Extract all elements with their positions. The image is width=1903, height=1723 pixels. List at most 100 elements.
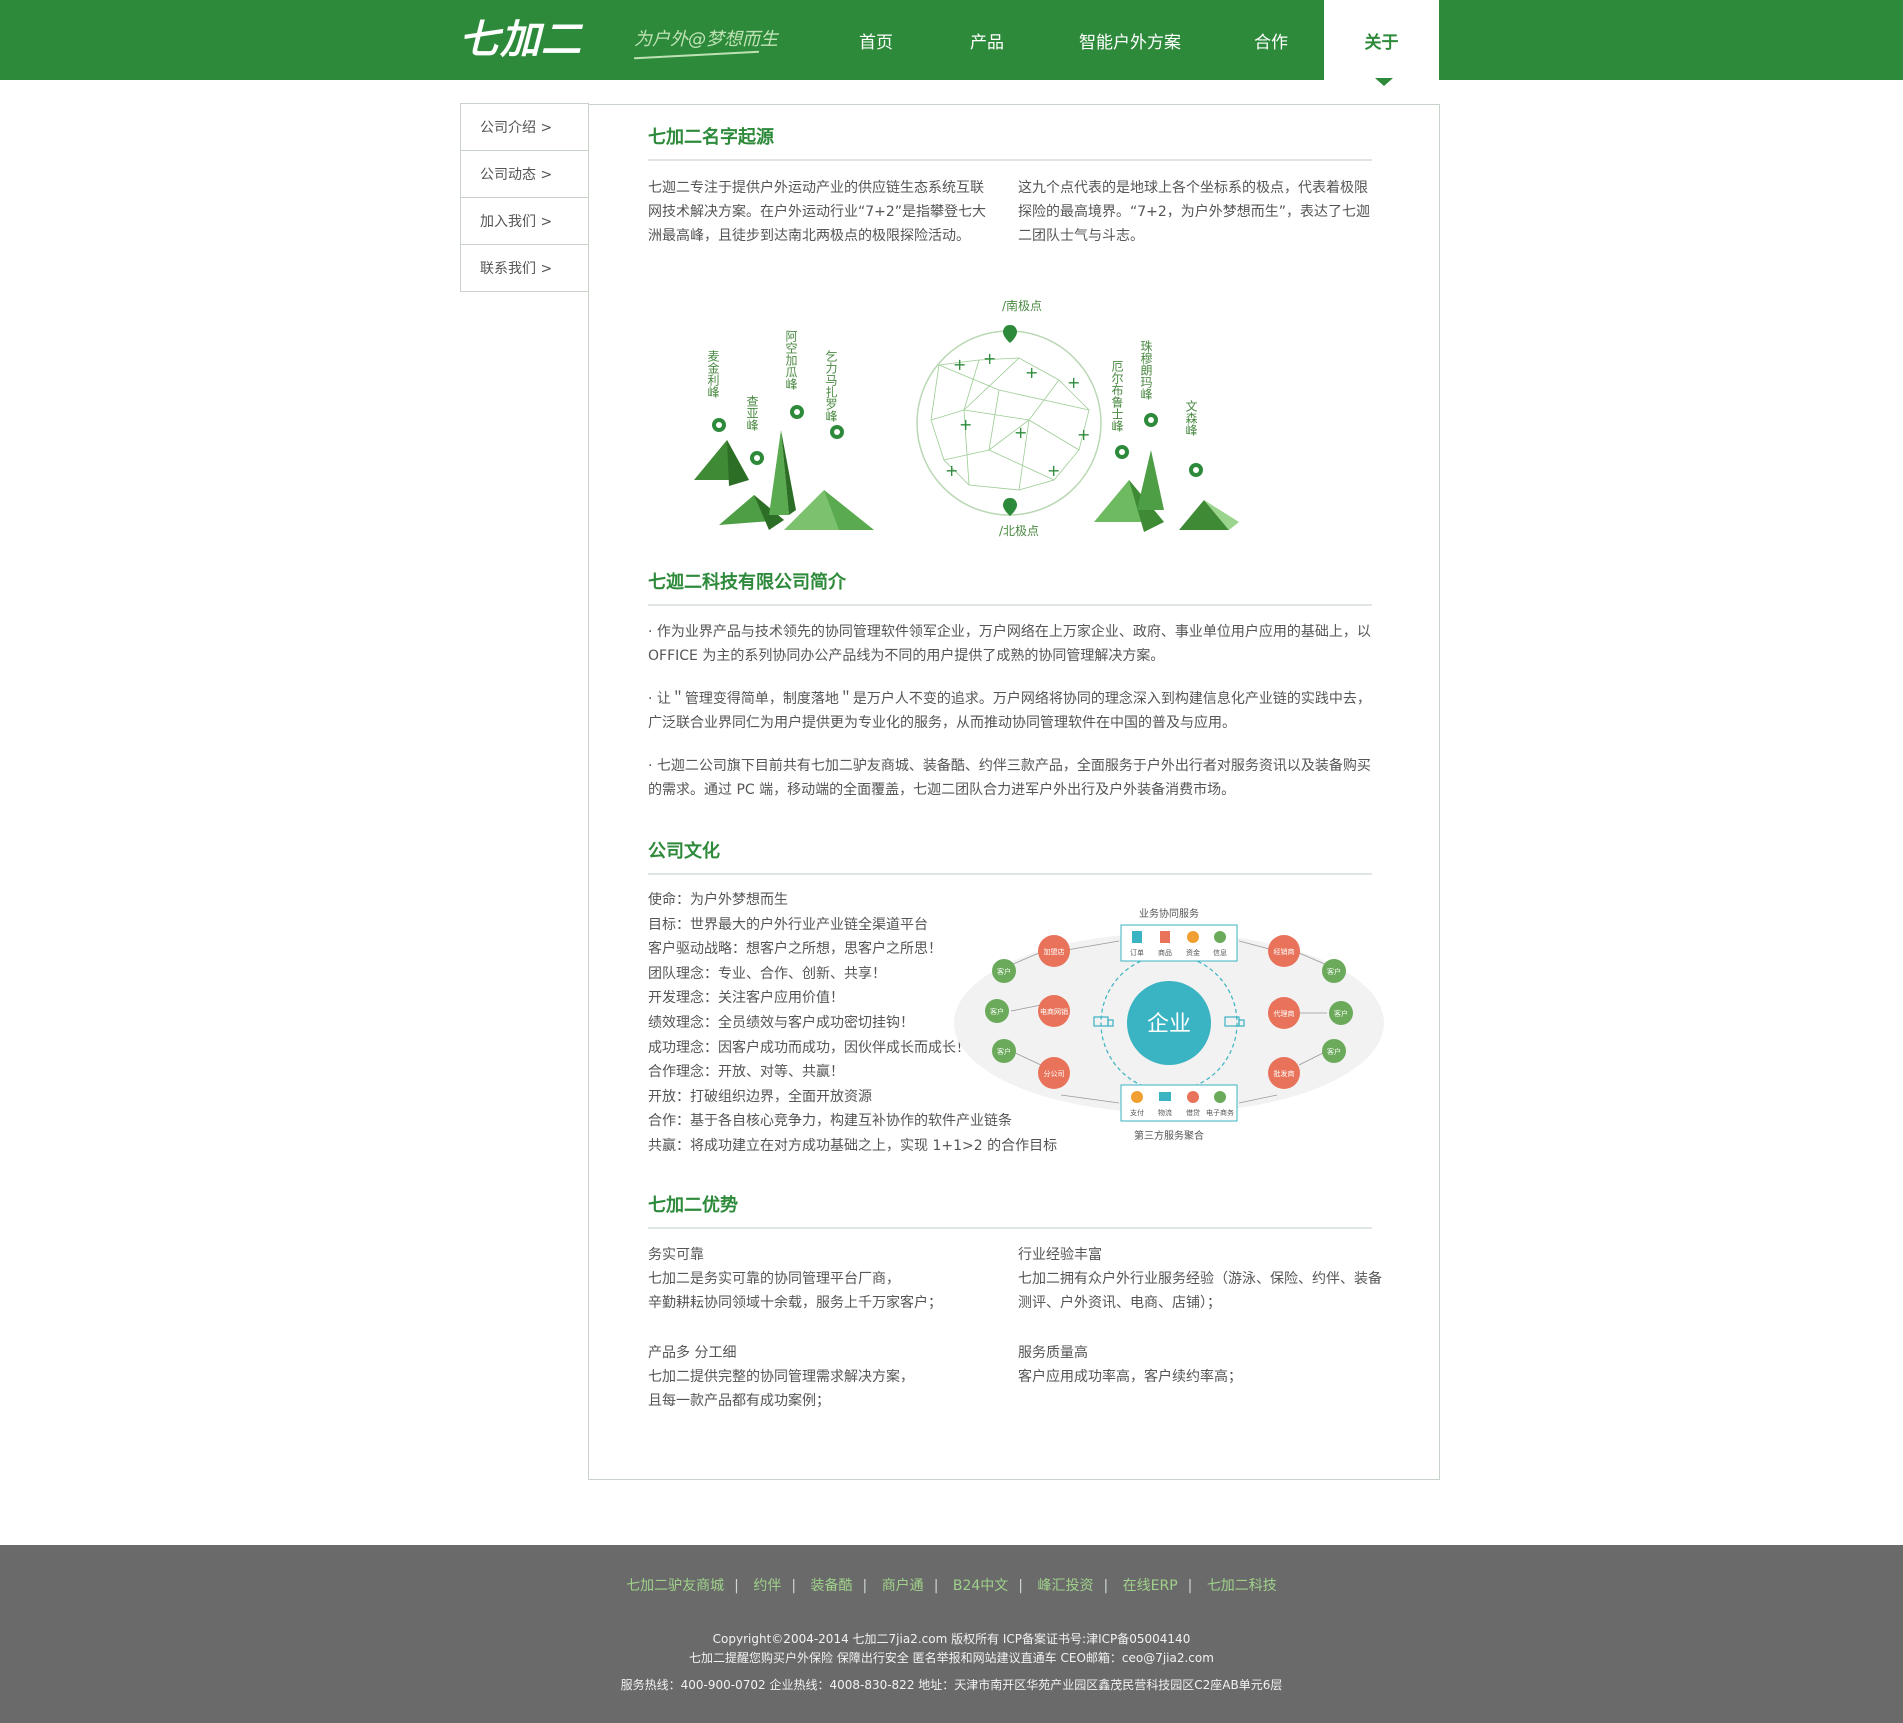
main-content: 七加二名字起源 七迦二专注于提供户外运动产业的供应链生态系统互联 网技术解决方案… <box>588 104 1440 1480</box>
origin-divider <box>648 159 1372 161</box>
origin-right-line: 探险的最高境界。“7+2，为户外梦想而生”，表达了七迦 <box>1018 204 1371 220</box>
advantage-heading: 务实可靠 <box>648 1247 704 1263</box>
origin-right-line: 二团队士气与斗志。 <box>1018 228 1144 244</box>
origin-left-line: 洲最高峰，且徒步到达南北两极点的极限探险活动。 <box>648 228 970 244</box>
sidebar-item-join-us[interactable]: 加入我们 > <box>460 197 589 245</box>
top-box-title: 业务协同服务 <box>1139 907 1199 920</box>
peak-labels: 麦金利峰 查亚峰 阿空加瓜峰 乞力马扎罗峰 厄尔布鲁士峰 珠穆朗玛峰 文森峰 <box>706 330 1198 436</box>
advantage-line: 客户应用成功率高，客户续约率高； <box>1018 1369 1242 1385</box>
advantage-line: 且每一款产品都有成功案例； <box>648 1393 830 1409</box>
partner-label: 加盟店 <box>1044 947 1065 956</box>
peak-label: 查亚峰 <box>745 395 759 431</box>
peak-label: 麦金利峰 <box>706 350 720 398</box>
top-header: 七加二 为户外@梦想而生 首页 产品 智能户外方案 合作 关于 <box>0 0 1903 80</box>
active-nav-caret <box>1375 78 1393 86</box>
footer-links: 七加二驴友商城 | 约伴 | 装备酷 | 商户通 | B24中文 | 峰汇投资 | 在线ER… <box>0 1575 1903 1595</box>
footer-link[interactable]: 约伴 <box>753 1578 781 1594</box>
center-label: 企业 <box>1147 1012 1191 1037</box>
footer-link[interactable]: 装备酷 <box>811 1578 853 1594</box>
intro-line: · 作为业界产品与技术领先的协同管理软件领军企业，万户网络在上万家企业、政府、事… <box>648 624 1371 640</box>
footer-link[interactable]: 商户通 <box>882 1578 924 1594</box>
service-label: 信息 <box>1213 948 1227 957</box>
peak-label: 珠穆朗玛峰 <box>1139 340 1153 400</box>
customer-label: 客户 <box>1334 1009 1348 1018</box>
advantage-block: 产品多 分工细 七加二提供完整的协同管理需求解决方案， 且每一款产品都有成功案例… <box>648 1341 914 1413</box>
intro-line: 的需求。通过 PC 端，移动端的全面覆盖，七迦二团队合力进军户外出行及户外装备消… <box>648 782 1236 798</box>
partner-label: 电商网销 <box>1040 1007 1068 1016</box>
svg-text:+: + <box>953 355 966 374</box>
footer-link[interactable]: 在线ERP <box>1123 1578 1178 1594</box>
svg-text:+: + <box>1067 373 1080 392</box>
site-footer: 七加二驴友商城 | 约伴 | 装备酷 | 商户通 | B24中文 | 峰汇投资 | 在线ER… <box>0 1545 1903 1723</box>
footer-separator: | <box>1018 1578 1023 1594</box>
customer-label: 客户 <box>997 967 1011 976</box>
origin-left-text: 七迦二专注于提供户外运动产业的供应链生态系统互联 网技术解决方案。在户外运动行业… <box>648 176 986 248</box>
peak-label: 文森峰 <box>1184 399 1198 436</box>
intro-paragraph: · 作为业界产品与技术领先的协同管理软件领军企业，万户网络在上万家企业、政府、事… <box>648 620 1371 668</box>
footer-separator: | <box>1187 1578 1193 1594</box>
service-label: 资金 <box>1186 948 1200 957</box>
svg-text:+: + <box>1047 461 1060 480</box>
svg-text:+: + <box>959 415 972 434</box>
footer-link[interactable]: 峰汇投资 <box>1037 1578 1093 1594</box>
advantage-line: 测评、户外资讯、电商、店铺）； <box>1018 1295 1221 1311</box>
svg-text:+: + <box>1025 363 1038 382</box>
nav-cooperation[interactable]: 合作 <box>1218 0 1324 80</box>
footer-separator: | <box>1103 1578 1109 1594</box>
peak-label: 乞力马扎罗峰 <box>824 350 838 422</box>
advantages-title: 七加二优势 <box>648 1195 738 1216</box>
footer-separator: | <box>791 1578 797 1594</box>
peak-label: 厄尔布鲁士峰 <box>1110 360 1124 432</box>
footer-link[interactable]: 七加二驴友商城 <box>626 1578 724 1594</box>
logo-slogan: 为户外@梦想而生 <box>634 29 778 50</box>
advantage-block: 服务质量高 客户应用成功率高，客户续约率高； <box>1018 1341 1242 1389</box>
service-label: 物流 <box>1158 1108 1172 1117</box>
nav-smart-outdoor[interactable]: 智能户外方案 <box>1042 0 1218 80</box>
south-pole-label: /南极点 <box>1002 298 1042 313</box>
advantages-divider <box>648 1227 1372 1229</box>
svg-text:+: + <box>945 461 958 480</box>
logo-text: 七加二 <box>459 17 582 63</box>
service-label: 订单 <box>1130 948 1144 957</box>
advantage-heading: 行业经验丰富 <box>1018 1247 1102 1263</box>
advantage-block: 行业经验丰富 七加二拥有众户外行业服务经验（游泳、保险、约伴、装备 测评、户外资… <box>1018 1243 1382 1315</box>
nav-home[interactable]: 首页 <box>820 0 932 80</box>
nav-products[interactable]: 产品 <box>932 0 1042 80</box>
customer-label: 客户 <box>1327 1047 1341 1056</box>
partner-label: 批发商 <box>1274 1069 1295 1078</box>
sidebar-item-contact-us[interactable]: 联系我们 > <box>460 244 589 292</box>
sidebar-item-company-news[interactable]: 公司动态 > <box>460 150 589 198</box>
seven-summits-illustration: + ++ ++ + ++ + /南极点 /北极点 麦金利峰 查亚峰 阿空加瓜峰 … <box>694 298 1239 538</box>
footer-link[interactable]: B24中文 <box>953 1578 1008 1594</box>
sidebar-item-company-intro[interactable]: 公司介绍 > <box>460 103 589 151</box>
culture-divider <box>648 873 1372 875</box>
advantage-line: 辛勤耕耘协同领域十余载，服务上千万家客户； <box>648 1295 942 1311</box>
advantage-line: 七加二拥有众户外行业服务经验（游泳、保险、约伴、装备 <box>1018 1271 1382 1287</box>
svg-text:+: + <box>1014 423 1027 442</box>
enterprise-ecosystem-diagram: 企业 业务协同服务 订单 商品 资金 信息 支付 物流 借贷 电子商务 第三方服… <box>954 907 1384 1142</box>
advantage-line: 七加二提供完整的协同管理需求解决方案， <box>648 1369 914 1385</box>
left-mountains <box>694 430 874 530</box>
nav-about[interactable]: 关于 <box>1324 0 1439 80</box>
intro-line: · 让＂管理变得简单，制度落地＂是万户人不变的追求。万户网络将协同的理念深入到构… <box>648 691 1371 707</box>
peak-label: 阿空加瓜峰 <box>784 330 798 390</box>
origin-right-line: 这九个点代表的是地球上各个坐标系的极点，代表着极限 <box>1018 180 1368 196</box>
origin-right-text: 这九个点代表的是地球上各个坐标系的极点，代表着极限 探险的最高境界。“7+2，为… <box>1018 176 1370 248</box>
partner-label: 经销商 <box>1274 947 1295 956</box>
origin-left-line: 网技术解决方案。在户外运动行业“7+2”是指攀登七大 <box>648 204 987 220</box>
svg-text:+: + <box>983 349 996 368</box>
service-label: 支付 <box>1130 1108 1144 1117</box>
culture-title: 公司文化 <box>648 841 720 862</box>
footer-link[interactable]: 七加二科技 <box>1207 1578 1277 1594</box>
partner-label: 分公司 <box>1044 1069 1065 1078</box>
customer-label: 客户 <box>997 1047 1011 1056</box>
customer-label: 客户 <box>1327 967 1341 976</box>
advantage-heading: 产品多 分工细 <box>648 1345 737 1361</box>
footer-separator: | <box>734 1578 739 1594</box>
origin-title: 七加二名字起源 <box>648 127 774 148</box>
footer-copyright: Copyright©2004-2014 七加二7jia2.com 版权所有 IC… <box>712 1632 1191 1646</box>
service-label: 借贷 <box>1186 1108 1200 1117</box>
south-pole-pin-icon <box>1003 325 1017 343</box>
advantage-block: 务实可靠 七加二是务实可靠的协同管理平台厂商， 辛勤耕耘协同领域十余载，服务上千… <box>648 1243 942 1315</box>
globe-markers: + + + + + + + + + <box>945 349 1090 480</box>
